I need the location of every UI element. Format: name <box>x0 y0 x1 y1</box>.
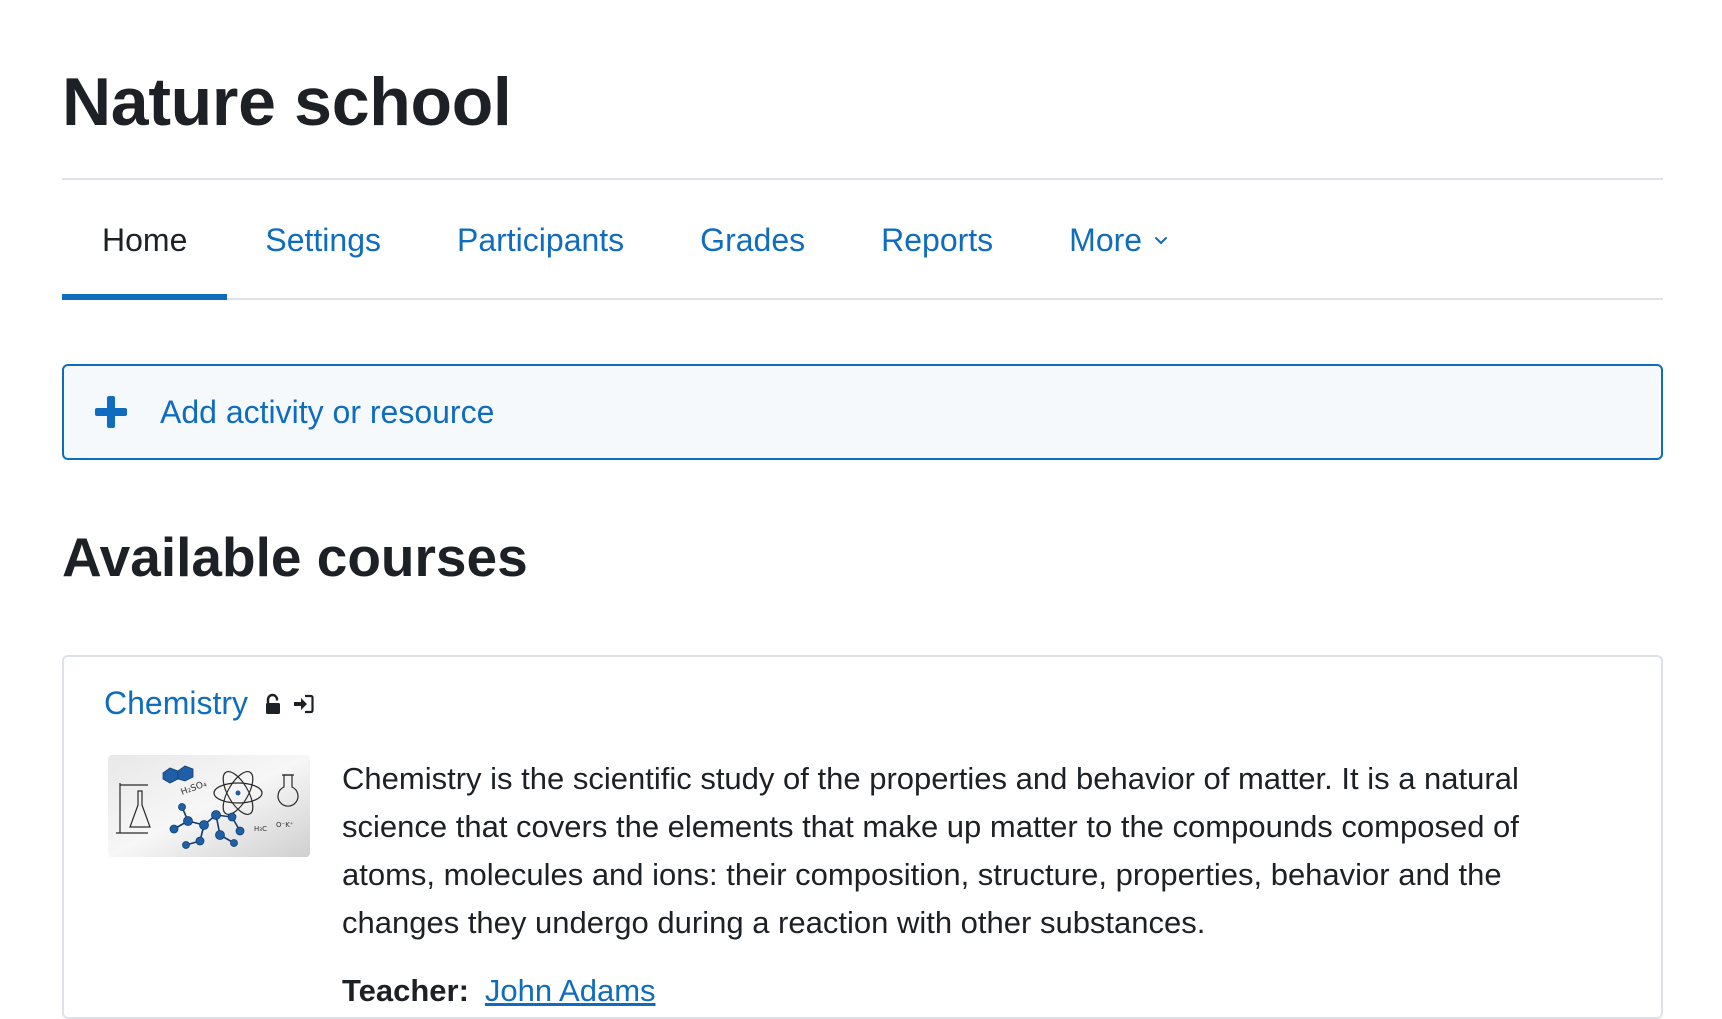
available-courses-heading: Available courses <box>62 526 528 588</box>
sign-in-icon <box>294 694 314 713</box>
svg-text:O⁻K⁺: O⁻K⁺ <box>276 821 294 829</box>
tab-reports[interactable]: Reports <box>843 182 1031 298</box>
tab-home[interactable]: Home <box>62 182 228 300</box>
teacher-link[interactable]: John Adams <box>485 973 656 1008</box>
chemistry-illustration: H₂SO₄ H₃C O⁻K⁺ <box>108 755 310 857</box>
teacher-label: Teacher: <box>342 973 469 1008</box>
page-title: Nature school <box>62 64 512 140</box>
secondary-navigation: Home Settings Participants Grades Report… <box>62 182 1663 300</box>
tab-reports-label: Reports <box>881 221 994 258</box>
page: Nature school Home Settings Participants… <box>62 0 1663 1019</box>
add-activity-label: Add activity or resource <box>160 393 495 430</box>
tab-more[interactable]: More <box>1031 182 1206 298</box>
tab-grades-label: Grades <box>700 221 806 258</box>
course-teacher: Teacher: John Adams <box>342 967 656 1015</box>
tab-settings[interactable]: Settings <box>227 182 419 298</box>
unlock-icon <box>266 693 281 714</box>
course-name-row: Chemistry <box>104 685 314 722</box>
course-link-chemistry[interactable]: Chemistry <box>104 685 248 722</box>
title-divider <box>62 178 1663 180</box>
chevron-down-icon <box>1155 237 1168 244</box>
tab-more-label: More <box>1069 221 1143 258</box>
add-activity-button[interactable]: Add activity or resource <box>62 364 1663 460</box>
plus-icon <box>95 396 127 428</box>
tab-participants-label: Participants <box>456 221 625 258</box>
tab-settings-label: Settings <box>265 221 381 258</box>
tab-grades[interactable]: Grades <box>662 182 843 298</box>
course-summary: Chemistry is the scientific study of the… <box>342 761 1519 940</box>
course-card-chemistry: Chemistry H₂SO₄ H₃C O⁻K⁺ Chemistry is th… <box>62 655 1663 1019</box>
course-thumbnail: H₂SO₄ H₃C O⁻K⁺ <box>108 755 310 857</box>
tab-participants[interactable]: Participants <box>419 182 662 298</box>
svg-text:H₃C: H₃C <box>254 825 267 833</box>
tab-home-label: Home <box>102 221 188 258</box>
